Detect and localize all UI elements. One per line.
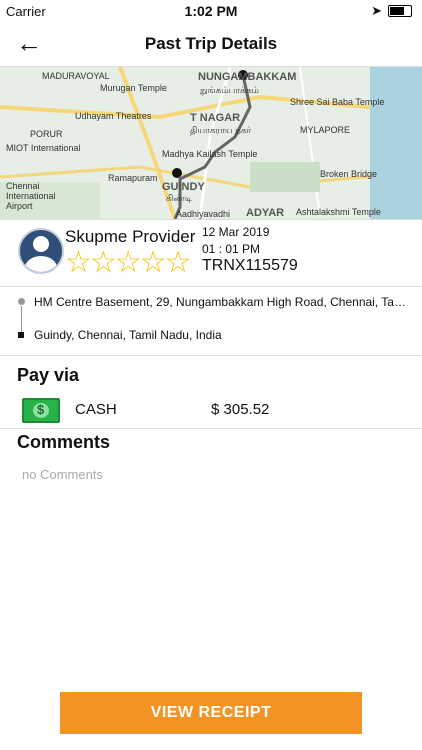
trip-map[interactable]: NUNGAMBAKKAM நுங்கம்பாக்கம் T NAGAR தியா… <box>0 66 422 220</box>
map-label: Udhayam Theatres <box>75 111 152 121</box>
dropoff-address: Guindy, Chennai, Tamil Nadu, India <box>34 328 222 342</box>
map-label: MIOT International <box>6 143 81 153</box>
avatar <box>18 228 64 274</box>
provider-card: Skupme Provider ☆☆☆☆☆ 12 Mar 2019 01 : 0… <box>0 222 422 286</box>
divider <box>0 428 422 429</box>
nav-header: ← Past Trip Details <box>0 22 422 66</box>
dropoff-square-icon <box>18 332 24 338</box>
cash-icon: $ <box>22 398 60 423</box>
pay-via-heading: Pay via <box>17 365 80 385</box>
divider <box>0 355 422 356</box>
map-label: Broken Bridge <box>320 169 378 179</box>
trip-time: 01 : 01 PM <box>202 242 261 256</box>
map-label: PORUR <box>30 129 63 139</box>
divider <box>0 286 422 287</box>
payment-method: CASH <box>75 401 117 418</box>
comments-heading: Comments <box>17 432 111 452</box>
location-arrow-icon: ➤ <box>371 3 382 18</box>
booking-id: TRNX115579 <box>202 257 298 274</box>
map-label: Shree Sai Baba Temple <box>290 97 385 107</box>
map-label: Aadhiyavadhi <box>176 209 231 219</box>
map-label: Chennai International Airport <box>6 181 56 211</box>
map-label: Ramapuram <box>108 173 158 183</box>
trip-date: 12 Mar 2019 <box>202 225 270 239</box>
clock: 1:02 PM <box>184 3 238 19</box>
map-label: GUINDY <box>162 181 205 193</box>
map-label: MADURAVOYAL <box>42 71 110 81</box>
trip-locations: HM Centre Basement, 29, Nungambakkam Hig… <box>0 290 422 352</box>
map-label: ADYAR <box>246 207 285 219</box>
page-title: Past Trip Details <box>144 34 278 53</box>
map-label: தியாகராய நகர் <box>190 125 252 135</box>
map-label: T NAGAR <box>190 112 241 124</box>
comments-text: no Comments <box>22 467 103 482</box>
payment-amount: $ 305.52 <box>211 401 270 418</box>
provider-name: Skupme Provider <box>65 227 196 246</box>
rating-stars: ☆☆☆☆☆ <box>65 246 191 279</box>
map-label: Ashtalakshmi Temple <box>296 207 381 217</box>
map-label: NUNGAMBAKKAM <box>198 71 297 83</box>
battery-icon <box>388 5 412 17</box>
map-label: Murugan Temple <box>100 83 167 93</box>
map-label: கிண்டி <box>166 193 192 203</box>
view-receipt-button[interactable]: VIEW RECEIPT <box>60 692 362 734</box>
map-label: MYLAPORE <box>300 125 351 135</box>
map-label: Madhya Kailash Temple <box>162 149 258 159</box>
status-bar: Carrier 1:02 PM ➤ <box>0 0 422 22</box>
route-line <box>21 306 22 332</box>
pickup-dot-icon <box>18 298 25 305</box>
map-label: நுங்கம்பாக்கம் <box>200 85 259 95</box>
pickup-address: HM Centre Basement, 29, Nungambakkam Hig… <box>34 295 414 309</box>
status-icons: ➤ <box>371 3 412 19</box>
